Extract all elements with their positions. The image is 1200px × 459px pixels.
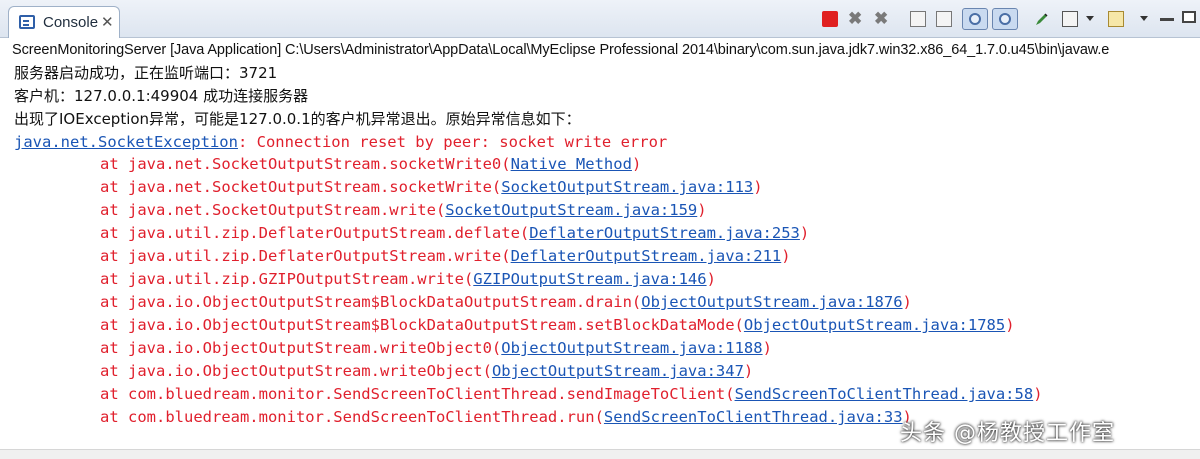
launch-path: ScreenMonitoringServer [Java Application… (12, 42, 1110, 58)
frame-source-link[interactable]: ObjectOutputStream.java:1785 (744, 316, 1005, 334)
console-view-icon (999, 13, 1011, 25)
chevron-down-icon[interactable] (1086, 16, 1094, 21)
frame-source-link[interactable]: DeflaterOutputStream.java:253 (529, 224, 800, 242)
stack-frame: at java.io.ObjectOutputStream$BlockDataO… (100, 316, 1015, 334)
stack-frame: at com.bluedream.monitor.SendScreenToCli… (100, 408, 912, 426)
frame-method: at java.util.zip.DeflaterOutputStream.wr… (100, 247, 511, 265)
info-line: 服务器启动成功，正在监听端口：3721 (14, 64, 278, 82)
frame-source-link[interactable]: SocketOutputStream.java:159 (445, 201, 697, 219)
scroll-lock-icon[interactable] (936, 11, 952, 27)
frame-source-link[interactable]: SocketOutputStream.java:113 (501, 178, 753, 196)
frame-method: at java.net.SocketOutputStream.write( (100, 201, 446, 219)
console-icon (19, 15, 35, 29)
open-console-icon[interactable] (1108, 11, 1124, 27)
frame-source-link[interactable]: SendScreenToClientThread.java:33 (604, 408, 903, 426)
stack-frame: at java.io.ObjectOutputStream.writeObjec… (100, 362, 754, 380)
remove-launch-icon[interactable]: ✖ (848, 10, 864, 27)
info-line: 客户机：127.0.0.1:49904 成功连接服务器 (14, 87, 309, 105)
frame-source-link[interactable]: DeflaterOutputStream.java:211 (511, 247, 782, 265)
tab-console[interactable]: Console ✕ (8, 6, 120, 38)
frame-method: at java.net.SocketOutputStream.socketWri… (100, 155, 511, 173)
frame-method: at com.bluedream.monitor.SendScreenToCli… (100, 408, 604, 426)
stack-frame: at java.util.zip.DeflaterOutputStream.de… (100, 224, 810, 242)
watermark: 头条 @杨教授工作室 (900, 421, 1115, 446)
stack-frame: at java.net.SocketOutputStream.socketWri… (100, 178, 763, 196)
tab-console-label: Console (43, 14, 99, 31)
stack-frame: at java.io.ObjectOutputStream$BlockDataO… (100, 293, 912, 311)
close-icon[interactable]: ✕ (101, 13, 114, 31)
chevron-down-icon[interactable] (1140, 16, 1148, 21)
pin-console-icon[interactable] (962, 8, 988, 30)
stack-frame: at java.util.zip.DeflaterOutputStream.wr… (100, 247, 791, 265)
pin-icon (969, 13, 981, 25)
frame-source-link[interactable]: Native Method (511, 155, 632, 173)
terminate-icon[interactable] (822, 11, 838, 27)
minimize-icon[interactable] (1160, 18, 1174, 21)
stack-frame: at java.io.ObjectOutputStream.writeObjec… (100, 339, 772, 357)
frame-source-link[interactable]: GZIPOutputStream.java:146 (473, 270, 706, 288)
exception-class-link[interactable]: java.net.SocketException (14, 133, 238, 151)
frame-method: at java.io.ObjectOutputStream$BlockDataO… (100, 316, 744, 334)
frame-source-link[interactable]: ObjectOutputStream.java:347 (492, 362, 744, 380)
info-line: 出现了IOException异常，可能是127.0.0.1的客户机异常退出。原始… (14, 110, 581, 128)
remove-all-terminated-icon[interactable]: ✖ (874, 10, 890, 27)
frame-method: at java.io.ObjectOutputStream.writeObjec… (100, 339, 502, 357)
frame-method: at java.io.ObjectOutputStream.writeObjec… (100, 362, 492, 380)
view-toolbar: Console ✕ ✖ ✖ (0, 0, 1200, 38)
word-wrap-icon[interactable] (1034, 11, 1050, 27)
frame-method: at java.net.SocketOutputStream.socketWri… (100, 178, 502, 196)
stack-frame: at java.util.zip.GZIPOutputStream.write(… (100, 270, 716, 288)
show-console-icon[interactable] (992, 8, 1018, 30)
clear-console-icon[interactable] (910, 11, 926, 27)
stack-frame: at java.net.SocketOutputStream.write(Soc… (100, 201, 707, 219)
exception-message: : Connection reset by peer: socket write… (237, 133, 668, 151)
stack-frame: at com.bluedream.monitor.SendScreenToCli… (100, 385, 1043, 403)
exception-line: java.net.SocketException: Connection res… (14, 131, 667, 153)
maximize-icon[interactable] (1182, 11, 1196, 23)
frame-source-link[interactable]: ObjectOutputStream.java:1876 (641, 293, 902, 311)
stack-frame: at java.net.SocketOutputStream.socketWri… (100, 155, 642, 173)
frame-source-link[interactable]: ObjectOutputStream.java:1188 (501, 339, 762, 357)
frame-source-link[interactable]: SendScreenToClientThread.java:58 (735, 385, 1034, 403)
frame-method: at java.util.zip.GZIPOutputStream.write( (100, 270, 474, 288)
frame-method: at com.bluedream.monitor.SendScreenToCli… (100, 385, 735, 403)
frame-method: at java.util.zip.DeflaterOutputStream.de… (100, 224, 530, 242)
frame-method: at java.io.ObjectOutputStream$BlockDataO… (100, 293, 642, 311)
display-selected-console-icon[interactable] (1062, 11, 1078, 27)
